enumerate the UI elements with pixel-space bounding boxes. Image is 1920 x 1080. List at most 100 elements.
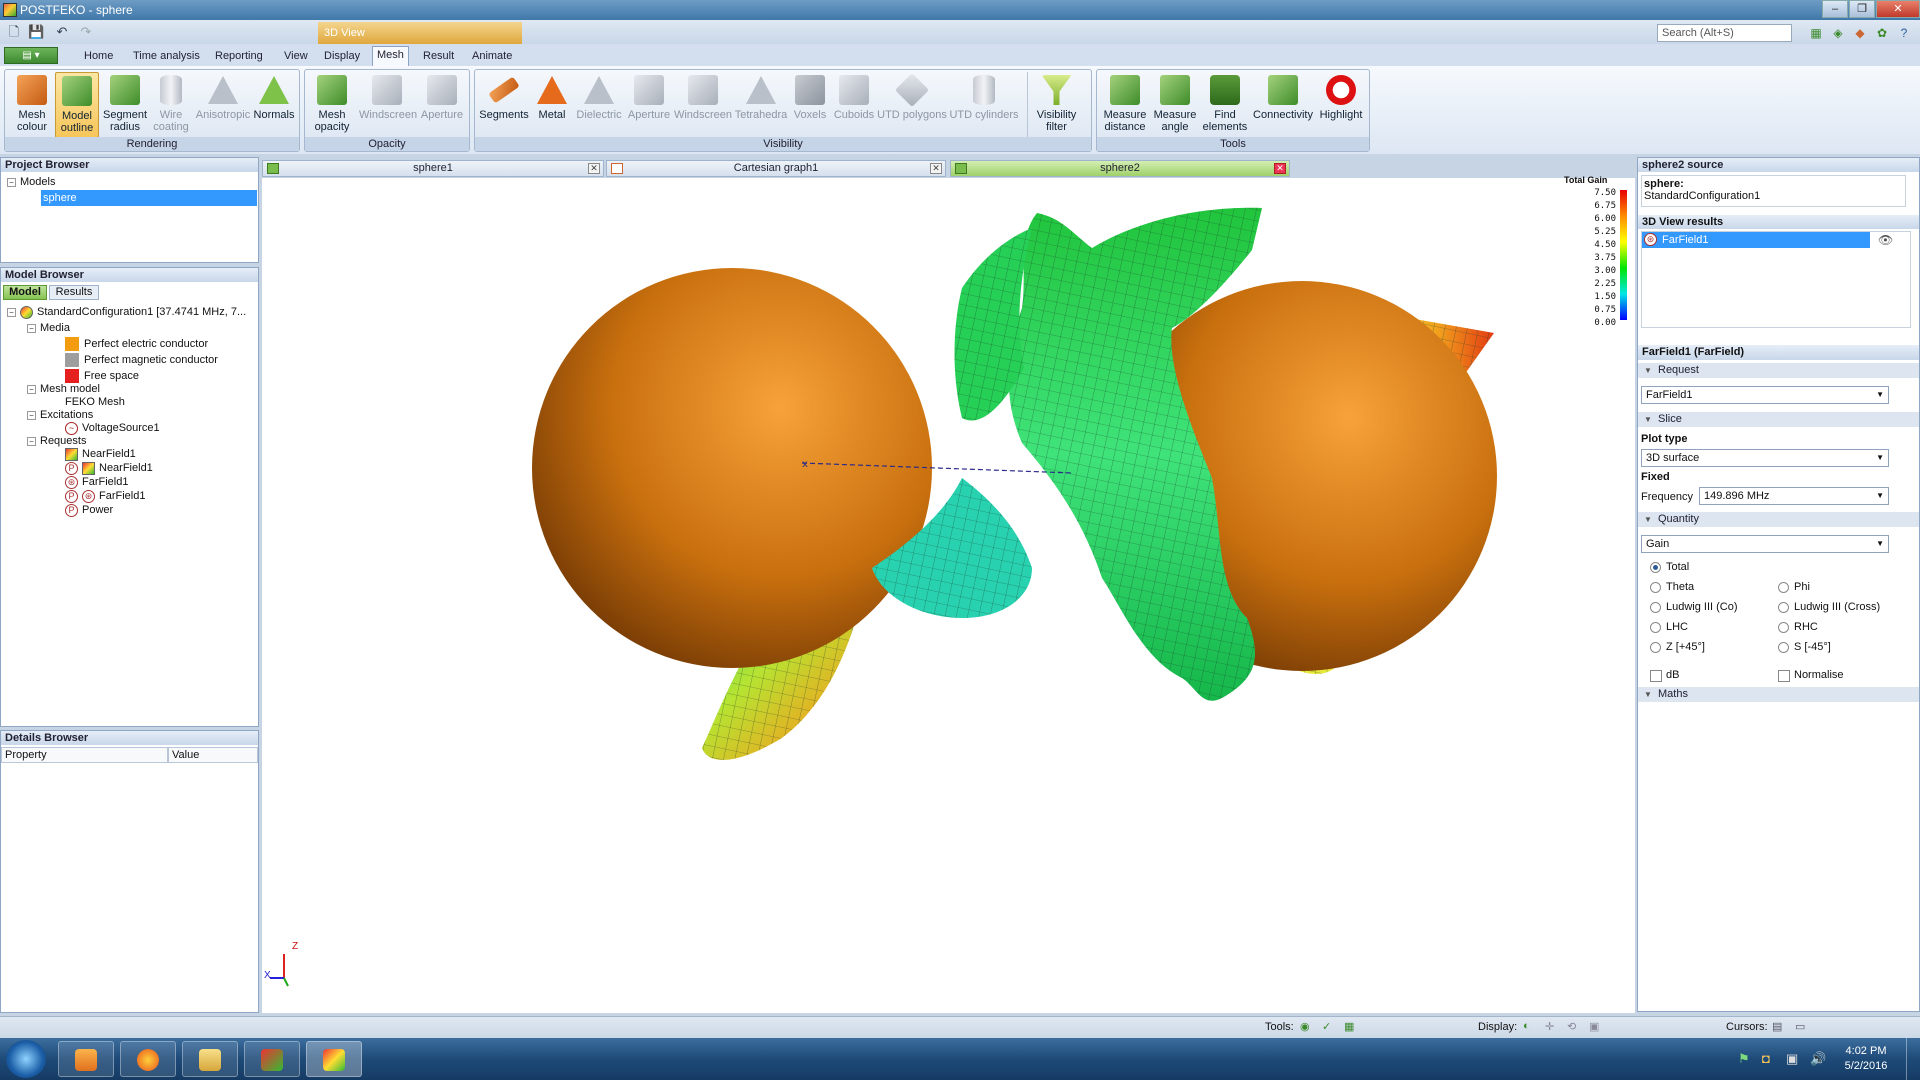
collapse-icon[interactable]: − bbox=[27, 384, 36, 394]
show-desktop-button[interactable] bbox=[1906, 1038, 1920, 1080]
status-display-icon[interactable]: ◐ bbox=[1523, 1020, 1530, 1032]
tree-node-pec[interactable]: Perfect electric conductor bbox=[65, 336, 246, 352]
tree-node-pmc[interactable]: Perfect magnetic conductor bbox=[65, 352, 246, 368]
tetrahedra-button[interactable]: Tetrahedra bbox=[733, 72, 789, 138]
frequency-dropdown[interactable]: 149.896 MHz bbox=[1699, 487, 1889, 505]
wire-coating-button[interactable]: Wire coating bbox=[149, 72, 193, 138]
tree-node-models[interactable]: − Models bbox=[7, 174, 257, 190]
result-item-farfield1[interactable]: ⊛ FarField1 bbox=[1642, 232, 1870, 248]
checkbox-normalise[interactable]: Normalise bbox=[1776, 667, 1844, 683]
launcher-icon[interactable]: ✿ bbox=[1874, 25, 1890, 41]
segments-button[interactable]: Segments bbox=[479, 72, 529, 138]
request-dropdown[interactable]: FarField1 bbox=[1641, 386, 1889, 404]
search-input[interactable]: Search (Alt+S) bbox=[1657, 24, 1792, 42]
mesh-opacity-button[interactable]: Mesh opacity bbox=[307, 72, 357, 138]
normals-button[interactable]: Normals bbox=[251, 72, 297, 138]
status-display4-icon[interactable]: ▣ bbox=[1589, 1020, 1599, 1033]
tab-results[interactable]: Results bbox=[49, 285, 99, 300]
measure-distance-button[interactable]: Measure distance bbox=[1101, 72, 1149, 138]
voxels-button[interactable]: Voxels bbox=[789, 72, 831, 138]
radio-theta[interactable]: Theta bbox=[1648, 579, 1694, 595]
redo-icon[interactable]: ↷ bbox=[78, 24, 94, 40]
collapse-icon[interactable]: − bbox=[27, 436, 36, 446]
doc-tab-cartesian-graph[interactable]: Cartesian graph1 ✕ bbox=[606, 160, 946, 177]
cursor-comment-icon[interactable]: ▭ bbox=[1795, 1020, 1805, 1033]
collapse-icon[interactable]: − bbox=[7, 307, 16, 317]
cadfeko-icon[interactable]: ◈ bbox=[1830, 25, 1846, 41]
close-button[interactable]: ✕ bbox=[1876, 0, 1920, 18]
tray-shield-icon[interactable]: ◘ bbox=[1762, 1051, 1770, 1066]
section-maths[interactable]: Maths bbox=[1638, 687, 1919, 702]
collapse-icon[interactable]: − bbox=[27, 410, 36, 420]
radio-total[interactable]: Total bbox=[1648, 559, 1689, 575]
plot-type-dropdown[interactable]: 3D surface bbox=[1641, 449, 1889, 467]
undo-icon[interactable]: ↶ bbox=[54, 24, 70, 40]
tray-clock[interactable]: 4:02 PM 5/2/2016 bbox=[1836, 1044, 1896, 1074]
editfeko-icon[interactable]: ◆ bbox=[1852, 25, 1868, 41]
cursor-table-icon[interactable]: ▤ bbox=[1772, 1020, 1782, 1033]
cuboids-button[interactable]: Cuboids bbox=[831, 72, 877, 138]
tab-mesh[interactable]: Mesh bbox=[372, 46, 409, 66]
tab-model[interactable]: Model bbox=[3, 285, 47, 300]
tab-display[interactable]: Display bbox=[320, 48, 364, 64]
close-tab-icon[interactable]: ✕ bbox=[1274, 163, 1286, 174]
save-icon[interactable]: 💾 bbox=[28, 24, 44, 40]
status-find-icon[interactable]: ▦ bbox=[1344, 1020, 1354, 1033]
tab-result[interactable]: Result bbox=[419, 48, 458, 64]
metal-button[interactable]: Metal bbox=[531, 72, 573, 138]
checkbox-db[interactable]: dB bbox=[1648, 667, 1679, 683]
tab-view[interactable]: View bbox=[280, 48, 312, 64]
aperture-visibility-button[interactable]: Aperture bbox=[625, 72, 673, 138]
quantity-dropdown[interactable]: Gain bbox=[1641, 535, 1889, 553]
taskbar-media-player[interactable] bbox=[58, 1041, 114, 1077]
collapse-icon[interactable]: − bbox=[7, 177, 16, 187]
visibility-filter-button[interactable]: Visibility filter bbox=[1027, 72, 1085, 138]
tree-node-media[interactable]: − Media bbox=[27, 320, 246, 336]
column-header-property[interactable]: Property bbox=[1, 747, 168, 763]
run-icon[interactable]: ▦ bbox=[1808, 25, 1824, 41]
taskbar-firefox[interactable] bbox=[120, 1041, 176, 1077]
tray-volume-icon[interactable]: 🔊 bbox=[1810, 1051, 1826, 1067]
status-display2-icon[interactable]: ✛ bbox=[1545, 1020, 1554, 1033]
measure-angle-button[interactable]: Measure angle bbox=[1151, 72, 1199, 138]
tab-reporting[interactable]: Reporting bbox=[211, 48, 267, 64]
radio-phi[interactable]: Phi bbox=[1776, 579, 1810, 595]
radio-ludwig-co[interactable]: Ludwig III (Co) bbox=[1648, 599, 1738, 615]
radio-lhc[interactable]: LHC bbox=[1648, 619, 1688, 635]
3d-viewport[interactable]: x Z X Total Gain 7.50 6.75 6.00 5.25 4.50 3.7… bbox=[262, 175, 1635, 1013]
eye-icon[interactable]: 👁 bbox=[1878, 233, 1893, 247]
doc-tab-sphere1[interactable]: sphere1 ✕ bbox=[262, 160, 604, 177]
tree-node-config[interactable]: − StandardConfiguration1 [37.4741 MHz, 7.… bbox=[7, 304, 246, 320]
collapse-icon[interactable]: − bbox=[27, 323, 36, 333]
status-angle-icon[interactable]: ✓ bbox=[1322, 1020, 1331, 1033]
utd-cylinders-button[interactable]: UTD cylinders bbox=[947, 72, 1021, 138]
section-slice[interactable]: Slice bbox=[1638, 412, 1919, 427]
file-menu-button[interactable]: ▤ ▾ bbox=[4, 47, 58, 64]
tree-node-sphere[interactable]: sphere bbox=[41, 190, 257, 206]
dielectric-button[interactable]: Dielectric bbox=[573, 72, 625, 138]
tab-time-analysis[interactable]: Time analysis bbox=[129, 48, 204, 64]
maximize-button[interactable]: ❐ bbox=[1849, 0, 1875, 18]
start-button[interactable] bbox=[6, 1040, 46, 1078]
segment-radius-button[interactable]: Segment radius bbox=[101, 72, 149, 138]
tab-home[interactable]: Home bbox=[80, 48, 117, 64]
section-request[interactable]: Request bbox=[1638, 363, 1919, 378]
new-file-icon[interactable]: 🗋 bbox=[6, 24, 22, 40]
tray-network-icon[interactable]: ▣ bbox=[1786, 1051, 1798, 1067]
close-tab-icon[interactable]: ✕ bbox=[588, 163, 600, 174]
column-header-value[interactable]: Value bbox=[168, 747, 258, 763]
status-display3-icon[interactable]: ⟲ bbox=[1567, 1020, 1576, 1033]
tray-flag-icon[interactable]: ⚑ bbox=[1738, 1051, 1750, 1067]
help-icon[interactable]: ? bbox=[1896, 25, 1912, 41]
anisotropic-button[interactable]: Anisotropic bbox=[193, 72, 253, 138]
connectivity-button[interactable]: Connectivity bbox=[1251, 72, 1315, 138]
minimize-button[interactable]: – bbox=[1822, 0, 1848, 18]
tab-animate[interactable]: Animate bbox=[468, 48, 516, 64]
taskbar-cadfeko[interactable] bbox=[244, 1041, 300, 1077]
radio-s45[interactable]: S [-45°] bbox=[1776, 639, 1831, 655]
tree-node-request[interactable]: P Power bbox=[65, 502, 246, 518]
windscreen-opacity-button[interactable]: Windscreen bbox=[359, 72, 417, 138]
radio-ludwig-cross[interactable]: Ludwig III (Cross) bbox=[1776, 599, 1880, 615]
doc-tab-sphere2[interactable]: sphere2 ✕ bbox=[950, 160, 1290, 177]
utd-polygons-button[interactable]: UTD polygons bbox=[877, 72, 947, 138]
